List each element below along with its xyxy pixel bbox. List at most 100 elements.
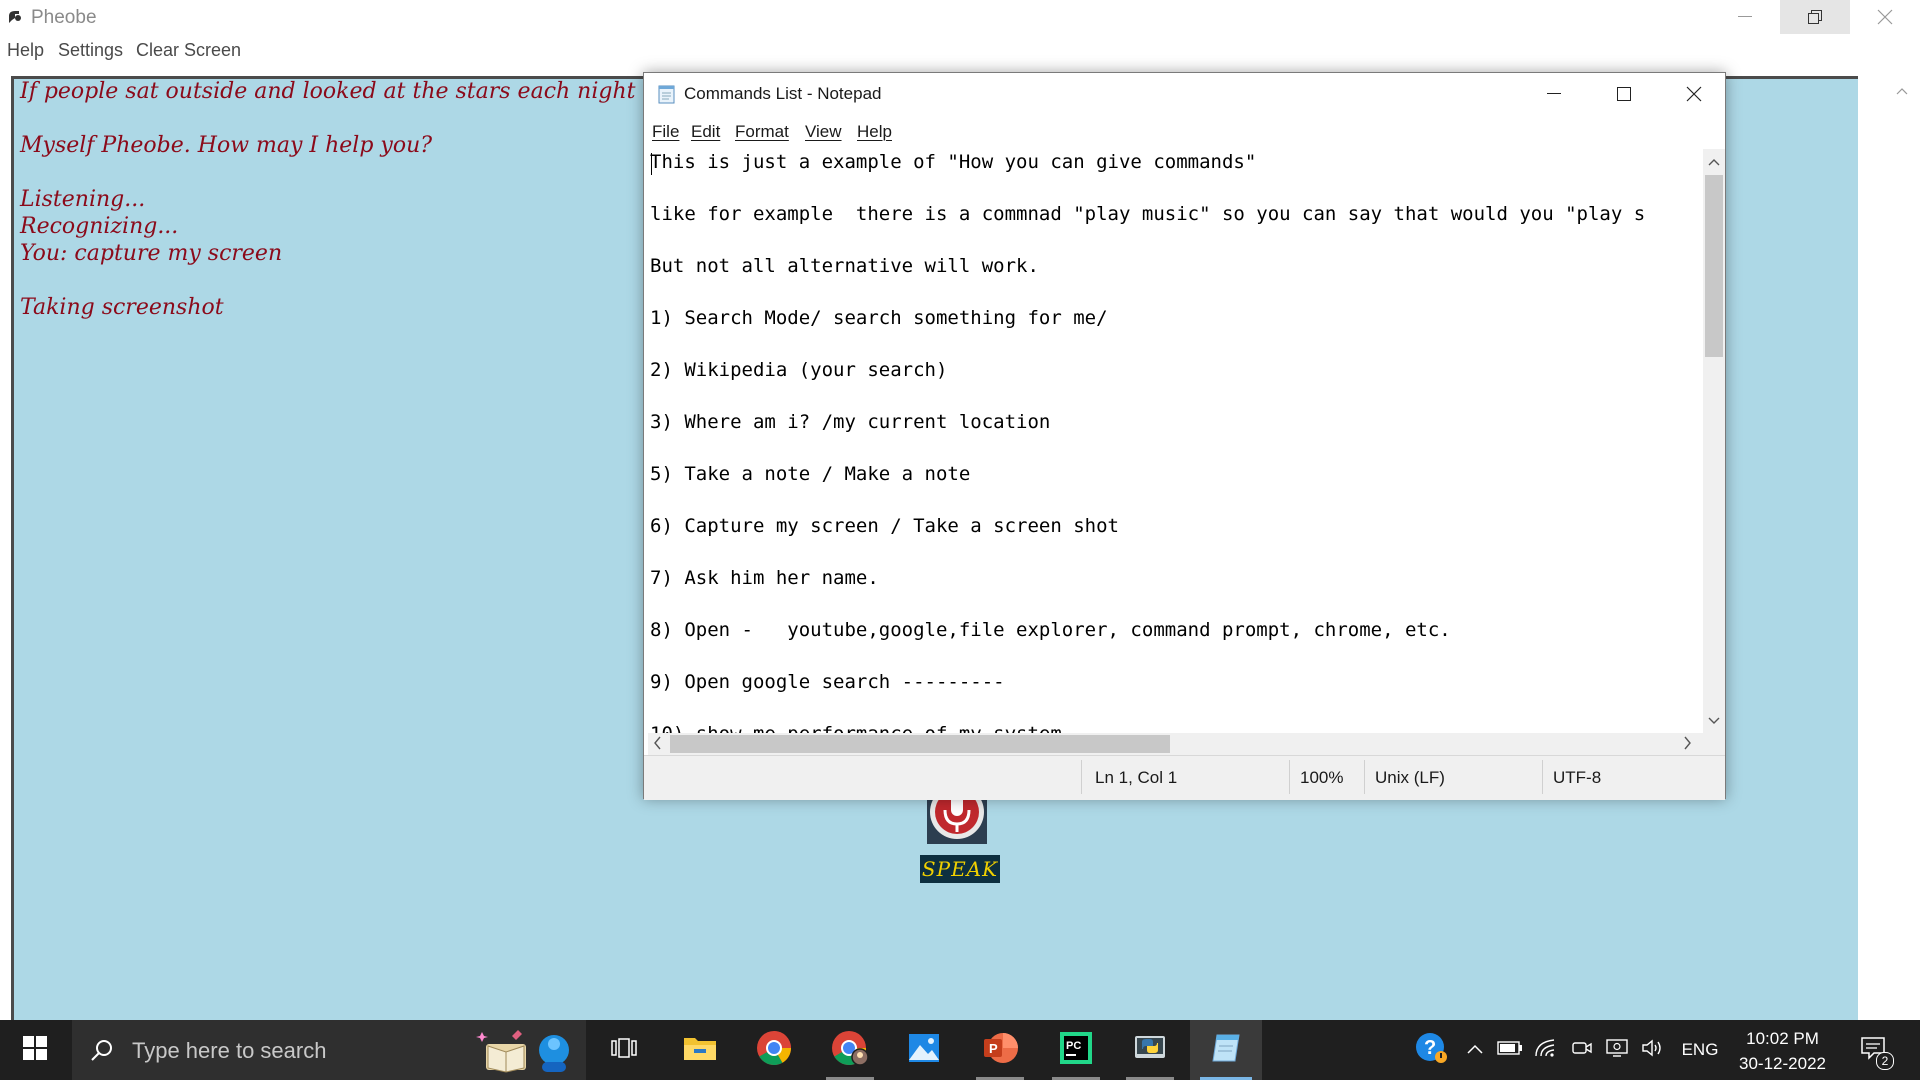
- menu-view[interactable]: View: [805, 122, 842, 142]
- notepad-maximize-button[interactable]: [1589, 73, 1659, 115]
- horizontal-scroll-thumb[interactable]: [670, 735, 1170, 753]
- menu-format[interactable]: Format: [735, 122, 789, 142]
- task-view-icon: [611, 1037, 637, 1064]
- tray-language[interactable]: ENG: [1675, 1020, 1725, 1080]
- scroll-left-icon[interactable]: [653, 736, 661, 755]
- scroll-up-icon[interactable]: [1896, 82, 1908, 100]
- taskbar-chrome-profile[interactable]: [814, 1020, 886, 1080]
- battery-icon: [1497, 1040, 1523, 1060]
- text-line: 3) Where am i? /my current location: [650, 411, 1051, 433]
- speak-button[interactable]: SPEAK: [920, 855, 1000, 883]
- tray-battery[interactable]: [1494, 1020, 1526, 1080]
- text-line: 8) Open - youtube,google,file explorer, …: [650, 619, 1451, 641]
- pheobe-app-icon: [6, 8, 24, 26]
- menu-settings[interactable]: Settings: [58, 40, 123, 61]
- status-line-ending: Unix (LF): [1375, 768, 1445, 787]
- text-line: 9) Open google search ---------: [650, 671, 1005, 693]
- app-title: Pheobe: [31, 7, 97, 28]
- text-line: 6) Capture my screen / Take a screen sho…: [650, 515, 1119, 537]
- svg-text:P: P: [989, 1041, 998, 1056]
- clock-time: 10:02 PM: [1746, 1029, 1819, 1048]
- menu-edit[interactable]: Edit: [691, 122, 720, 142]
- status-encoding: UTF-8: [1553, 768, 1602, 787]
- notepad-minimize-button[interactable]: [1519, 73, 1589, 115]
- notepad-icon: [657, 84, 677, 104]
- scroll-right-icon[interactable]: [1684, 736, 1692, 755]
- text-line: 10) show me performance of my system: [650, 721, 1703, 733]
- chat-line: Taking screenshot: [20, 295, 224, 320]
- search-placeholder: Type here to search: [132, 1038, 327, 1063]
- status-divider: [1364, 760, 1365, 794]
- start-button[interactable]: [0, 1020, 70, 1080]
- notification-center-button[interactable]: 2: [1848, 1020, 1898, 1080]
- app-restore-button[interactable]: [1780, 0, 1850, 34]
- text-caret: [651, 153, 652, 175]
- text-line: This is just a example of "How you can g…: [650, 151, 1257, 173]
- taskbar: Type here to search P PC ? ENG 10:02 PM …: [0, 1020, 1920, 1080]
- status-cursor-position: Ln 1, Col 1: [1095, 768, 1178, 787]
- photos-icon: [908, 1033, 940, 1068]
- notepad-status-bar: Ln 1, Col 1 100% Unix (LF) UTF-8: [644, 755, 1725, 800]
- tray-meet-now[interactable]: [1566, 1020, 1598, 1080]
- status-divider: [1542, 760, 1543, 794]
- taskbar-file-explorer[interactable]: [664, 1020, 736, 1080]
- chat-line: You: capture my screen: [20, 241, 283, 266]
- search-icon: [90, 1038, 114, 1067]
- task-view-button[interactable]: [588, 1020, 660, 1080]
- taskbar-clock[interactable]: 10:02 PM 30-12-2022: [1730, 1026, 1835, 1076]
- taskbar-notepad[interactable]: [1190, 1020, 1262, 1080]
- text-line: But not all alternative will work.: [650, 255, 1039, 277]
- notepad-window: Commands List - Notepad File Edit Format…: [643, 72, 1726, 800]
- taskbar-chrome[interactable]: [738, 1020, 810, 1080]
- notepad-vertical-scrollbar[interactable]: [1703, 149, 1725, 733]
- camera-icon: [1571, 1039, 1593, 1062]
- chrome-icon: [756, 1030, 792, 1071]
- text-line: 2) Wikipedia (your search): [650, 359, 948, 381]
- svg-text:?: ?: [1424, 1037, 1436, 1059]
- chat-line: Listening...: [20, 187, 146, 212]
- search-highlight-icon: [472, 1026, 582, 1076]
- scroll-up-icon[interactable]: [1708, 153, 1720, 171]
- notepad-menubar: File Edit Format View Help: [644, 119, 1725, 145]
- notepad-horizontal-scrollbar[interactable]: [648, 733, 1703, 755]
- vertical-scroll-thumb[interactable]: [1705, 175, 1723, 357]
- app-titlebar: Pheobe: [0, 0, 1920, 34]
- pycharm-icon: PC: [1060, 1031, 1092, 1069]
- taskbar-powerpoint[interactable]: P: [964, 1020, 1036, 1080]
- taskbar-search-box[interactable]: Type here to search: [72, 1020, 586, 1080]
- notepad-titlebar[interactable]: Commands List - Notepad: [644, 73, 1725, 115]
- tray-help-button[interactable]: ?: [1408, 1020, 1456, 1080]
- menu-file[interactable]: File: [652, 122, 679, 142]
- chat-line: Recognizing...: [20, 214, 179, 239]
- menu-help[interactable]: Help: [7, 40, 44, 61]
- tray-wifi[interactable]: [1530, 1020, 1562, 1080]
- taskbar-photos[interactable]: [888, 1020, 960, 1080]
- menu-help[interactable]: Help: [857, 122, 892, 142]
- app-minimize-button[interactable]: [1710, 0, 1780, 34]
- text-line: 5) Take a note / Make a note: [650, 463, 971, 485]
- chevron-up-icon: [1467, 1041, 1483, 1059]
- taskbar-python[interactable]: [1114, 1020, 1186, 1080]
- status-divider: [1289, 760, 1290, 794]
- status-zoom: 100%: [1300, 768, 1344, 787]
- status-divider: [1081, 760, 1082, 794]
- scroll-down-icon[interactable]: [1708, 712, 1720, 730]
- text-line: 1) Search Mode/ search something for me/: [650, 307, 1108, 329]
- notification-count-badge: 2: [1876, 1052, 1894, 1070]
- tray-overflow-button[interactable]: [1460, 1020, 1490, 1080]
- tray-volume[interactable]: [1636, 1020, 1670, 1080]
- taskbar-pycharm[interactable]: PC: [1040, 1020, 1112, 1080]
- tray-display[interactable]: [1600, 1020, 1634, 1080]
- notepad-close-button[interactable]: [1659, 73, 1729, 115]
- notepad-text-area[interactable]: This is just a example of "How you can g…: [648, 149, 1703, 733]
- wifi-icon: [1534, 1038, 1558, 1063]
- notepad-icon: [1209, 1032, 1243, 1069]
- menu-clear-screen[interactable]: Clear Screen: [136, 40, 241, 61]
- speaker-icon: [1641, 1038, 1665, 1063]
- app-close-button[interactable]: [1850, 0, 1920, 34]
- powerpoint-icon: P: [982, 1031, 1018, 1070]
- help-icon: ?: [1414, 1031, 1450, 1070]
- text-line: 7) Ask him her name.: [650, 567, 879, 589]
- app-scrollbar[interactable]: [1872, 76, 1920, 1020]
- chat-line: Myself Pheobe. How may I help you?: [20, 133, 433, 158]
